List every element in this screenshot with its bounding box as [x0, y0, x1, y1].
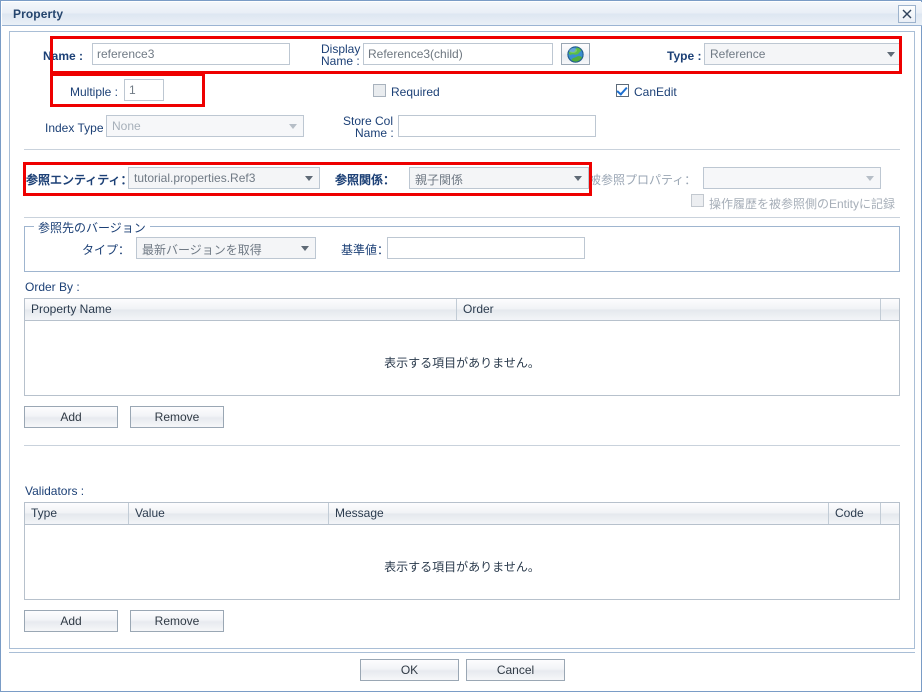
chevron-down-icon	[301, 246, 309, 251]
required-label: Required	[391, 85, 440, 99]
multiple-input[interactable]	[124, 79, 164, 101]
dialog-content: Name : Display Name : Type : Reference M…	[9, 31, 915, 649]
validators-column-value[interactable]: Value	[129, 503, 329, 524]
validators-column-spacer	[881, 503, 899, 524]
index-type-select[interactable]: None	[106, 115, 304, 137]
divider-1	[24, 149, 900, 150]
order-by-empty-message: 表示する項目がありません。	[384, 356, 540, 370]
chevron-down-icon	[866, 176, 874, 181]
ok-button[interactable]: OK	[360, 659, 459, 681]
chevron-down-icon	[574, 176, 582, 181]
ref-relation-label: 参照関係：	[335, 173, 396, 187]
chevron-down-icon	[887, 52, 895, 57]
version-type-select[interactable]: 最新バージョンを取得	[136, 237, 316, 259]
chevron-down-icon	[305, 176, 313, 181]
order-by-column-property-name[interactable]: Property Name	[25, 299, 457, 320]
order-by-column-spacer	[881, 299, 899, 320]
referenced-prop-select[interactable]	[703, 167, 881, 189]
index-type-select-value: None	[112, 119, 141, 133]
order-by-table-header: Property Name Order	[25, 299, 899, 321]
version-type-label: タイプ：	[82, 243, 131, 257]
order-by-label: Order By :	[25, 280, 80, 294]
validators-table-header: Type Value Message Code	[25, 503, 899, 525]
type-label: Type :	[667, 49, 702, 63]
version-base-label: 基準値：	[341, 243, 390, 257]
cancel-button[interactable]: Cancel	[466, 659, 565, 681]
order-by-add-button[interactable]: Add	[24, 406, 118, 428]
multiple-label: Multiple :	[70, 85, 119, 99]
history-checkbox[interactable]	[691, 194, 704, 207]
property-dialog: Property Name : Display Name : Type :	[0, 0, 922, 692]
globe-glyph	[567, 46, 584, 63]
validators-column-message[interactable]: Message	[329, 503, 829, 524]
type-select[interactable]: Reference	[704, 43, 902, 65]
validators-add-button[interactable]: Add	[24, 610, 118, 632]
close-glyph	[902, 9, 912, 19]
footer-divider	[9, 652, 915, 653]
name-input[interactable]	[92, 43, 290, 65]
globe-icon[interactable]	[561, 43, 590, 65]
dialog-title: Property	[13, 7, 64, 21]
order-by-table: Property Name Order 表示する項目がありません。	[24, 298, 900, 396]
order-by-remove-button[interactable]: Remove	[130, 406, 224, 428]
version-base-input[interactable]	[387, 237, 585, 259]
display-name-label-line2: Name :	[321, 54, 360, 68]
name-label: Name :	[43, 49, 84, 63]
validators-column-type[interactable]: Type	[25, 503, 129, 524]
ref-relation-select[interactable]: 親子関係	[409, 167, 589, 189]
validators-table: Type Value Message Code 表示する項目がありません。	[24, 502, 900, 600]
version-type-select-value: 最新バージョンを取得	[142, 243, 262, 257]
store-col-input[interactable]	[398, 115, 596, 137]
type-select-value: Reference	[710, 47, 766, 61]
validators-column-code[interactable]: Code	[829, 503, 881, 524]
ref-relation-select-value: 親子関係	[415, 173, 464, 187]
store-col-label-line2: Name :	[355, 126, 394, 140]
version-groupbox-title: 参照先のバージョン	[34, 219, 150, 236]
ref-entity-select-value: tutorial.properties.Ref3	[134, 171, 256, 185]
chevron-down-icon	[289, 124, 297, 129]
validators-empty-message: 表示する項目がありません。	[384, 560, 540, 574]
canedit-label: CanEdit	[634, 85, 677, 99]
dialog-titlebar: Property	[2, 2, 922, 26]
canedit-checkbox[interactable]	[616, 84, 629, 97]
required-checkbox[interactable]	[373, 84, 386, 97]
ref-entity-label: 参照エンティティ：	[26, 173, 133, 187]
index-type-label: Index Type :	[45, 121, 111, 135]
divider-2	[24, 217, 900, 218]
order-by-column-order[interactable]: Order	[457, 299, 881, 320]
close-icon[interactable]	[898, 5, 916, 23]
ref-entity-select[interactable]: tutorial.properties.Ref3	[128, 167, 320, 189]
referenced-prop-label: 被参照プロパティ：	[589, 173, 697, 187]
history-checkbox-label: 操作履歴を被参照側のEntityに記録	[709, 197, 896, 211]
validators-remove-button[interactable]: Remove	[130, 610, 224, 632]
divider-3	[24, 445, 900, 446]
validators-label: Validators :	[25, 484, 85, 498]
display-name-input[interactable]	[363, 43, 553, 65]
